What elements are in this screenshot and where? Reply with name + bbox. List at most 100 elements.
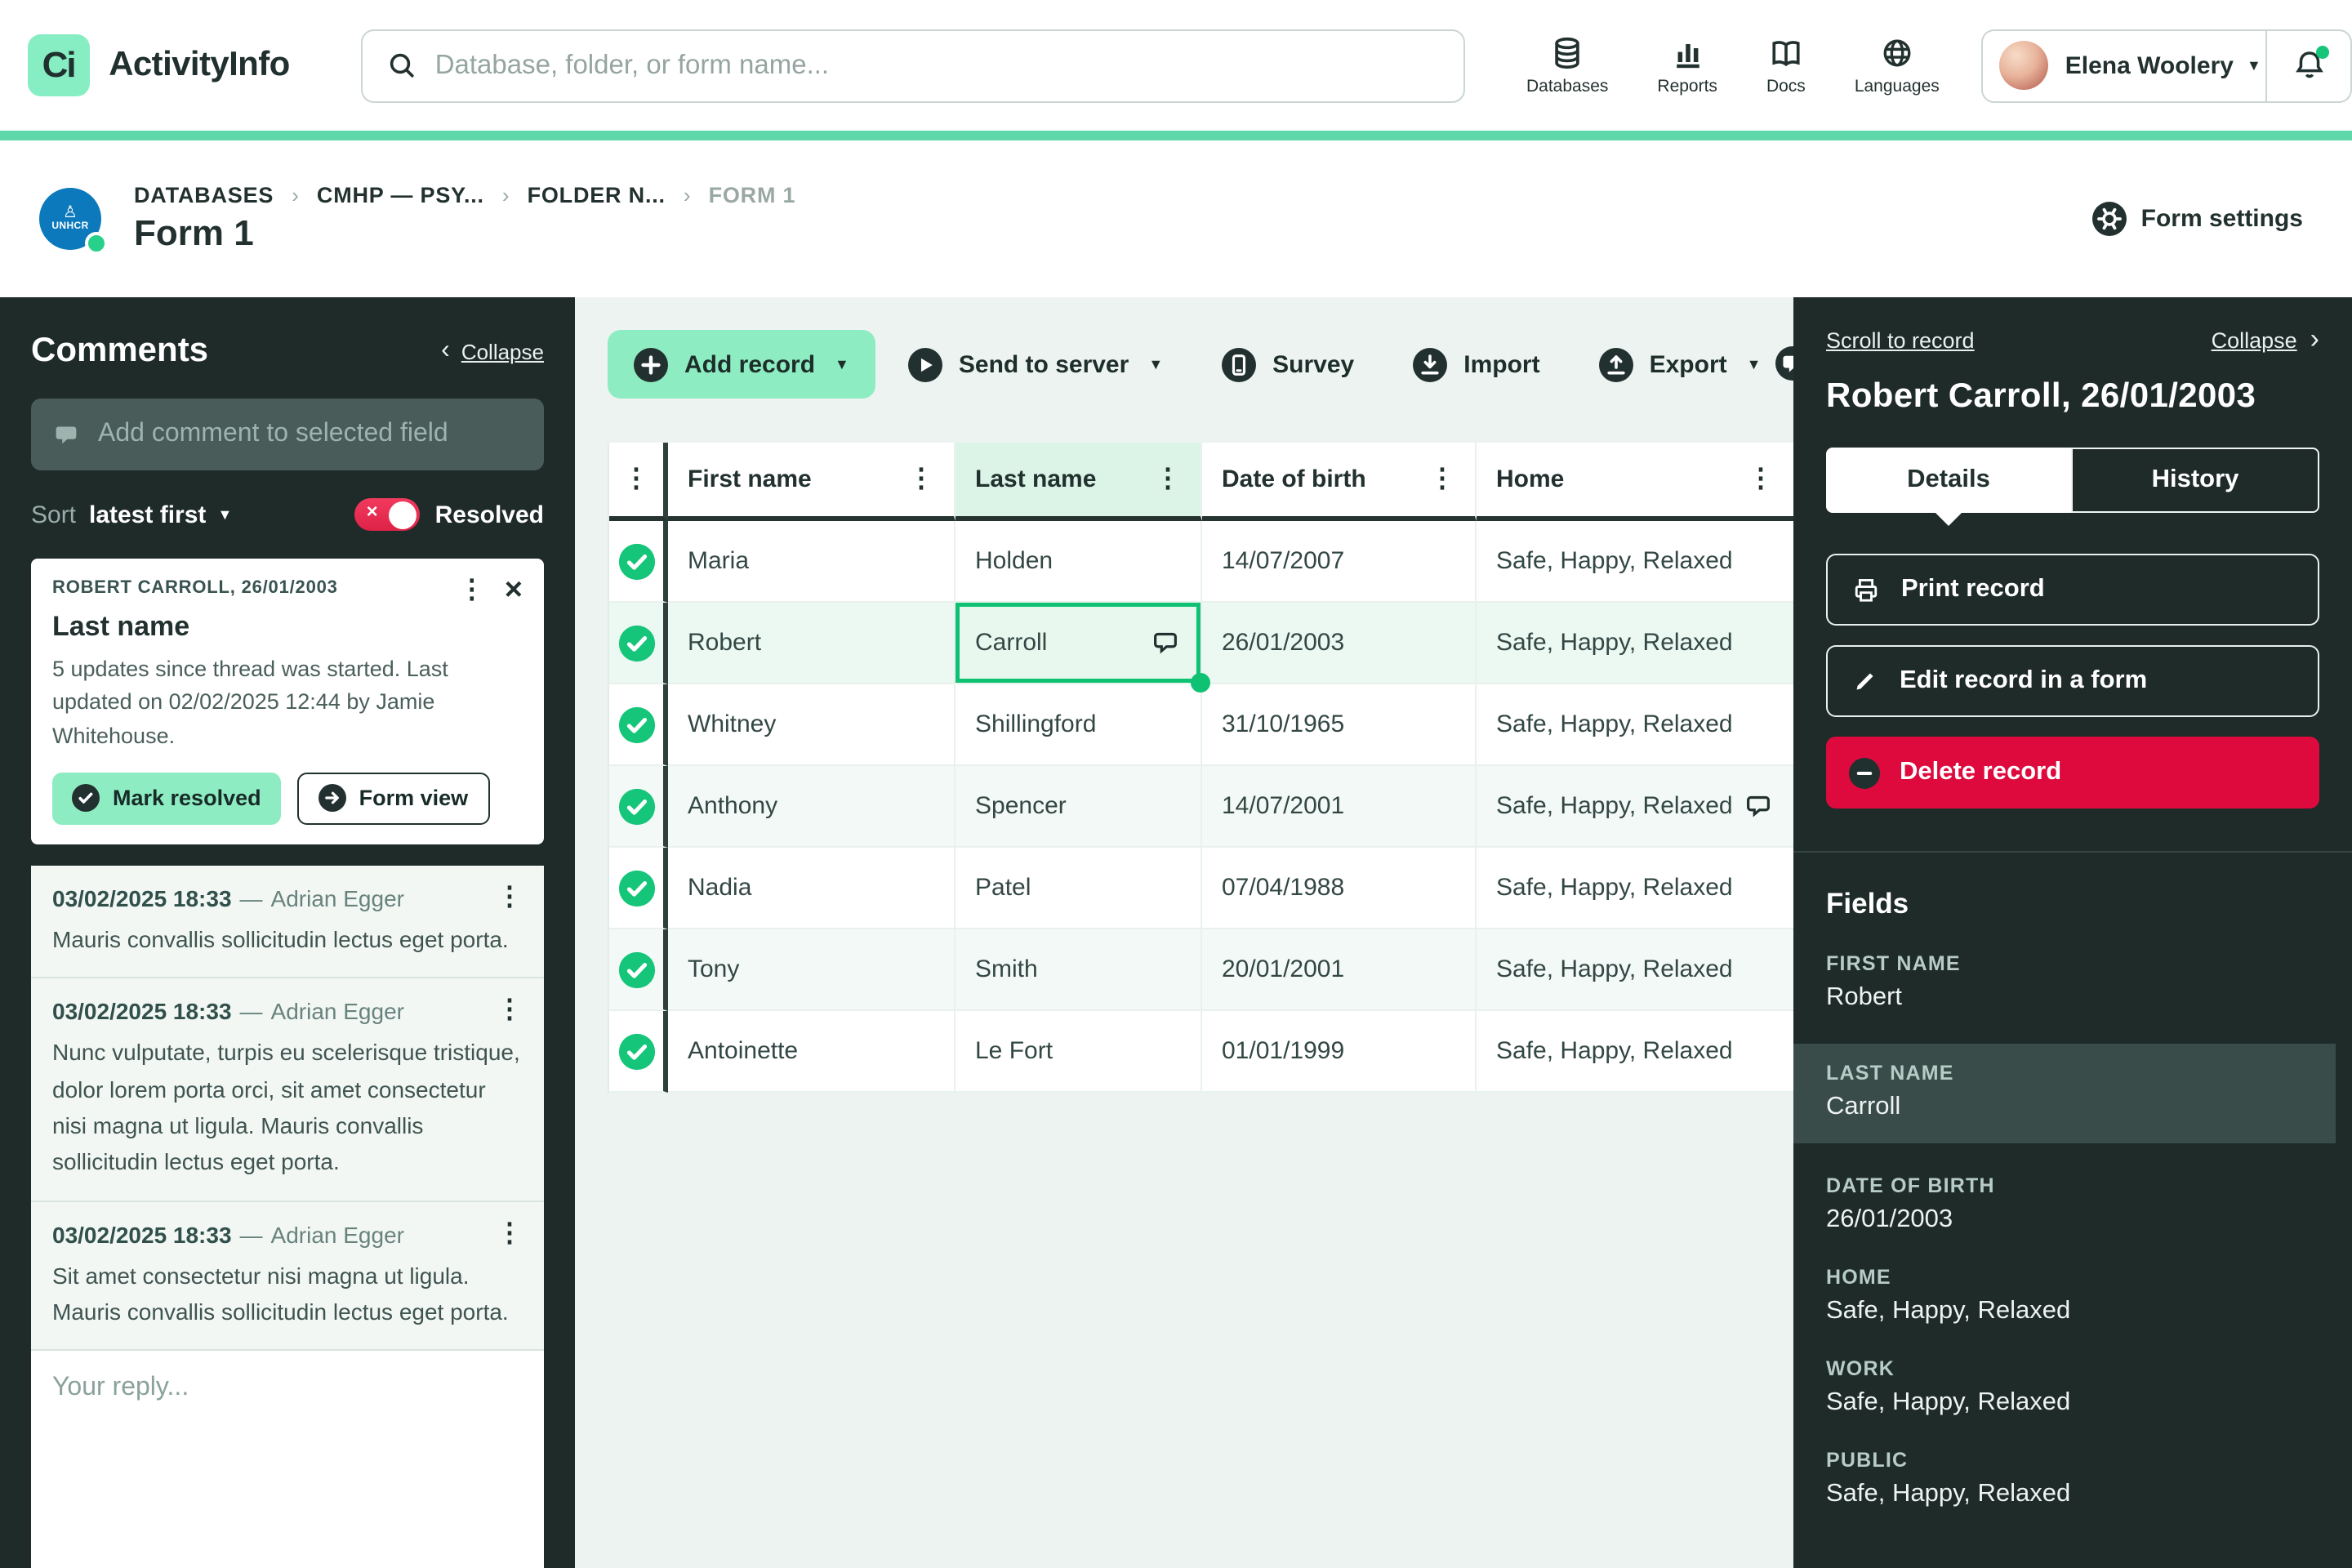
row-status-cell[interactable] <box>609 521 668 603</box>
comment-text: Sit amet consectetur nisi magna ut ligul… <box>52 1257 523 1330</box>
field-last-name-selected[interactable]: LAST NAME Carroll <box>1793 1044 2336 1143</box>
cell-first-name[interactable]: Nadia <box>668 848 956 929</box>
column-header-first-name[interactable]: First name⋮ <box>668 443 956 521</box>
row-status-cell[interactable] <box>609 603 668 684</box>
cell-last-name[interactable]: Smith <box>956 929 1202 1011</box>
cell-comment-icon[interactable] <box>1743 791 1774 822</box>
cell-last-name[interactable]: Shillingford <box>956 684 1202 766</box>
comment-text: Nunc vulputate, turpis eu scelerisque tr… <box>52 1034 523 1180</box>
edit-record-button[interactable]: Edit record in a form <box>1826 645 2319 717</box>
nav-databases[interactable]: Databases <box>1526 34 1608 96</box>
form-settings-button[interactable]: Form settings <box>2092 202 2303 236</box>
cell-first-name[interactable]: Maria <box>668 521 956 603</box>
nav-label: Docs <box>1766 77 1806 96</box>
phone-circle-icon <box>1222 347 1256 381</box>
cell-comment-icon[interactable] <box>1150 627 1181 658</box>
user-menu[interactable]: Elena Woolery ▼ <box>1982 29 2352 102</box>
breadcrumb-separator: › <box>684 183 691 207</box>
comments-toggle-button[interactable] <box>1775 346 1793 381</box>
resolved-toggle[interactable]: × <box>355 498 421 531</box>
sort-value-dropdown[interactable]: latest first <box>89 501 206 528</box>
breadcrumb-databases[interactable]: DATABASES <box>134 183 274 207</box>
nav-reports[interactable]: Reports <box>1657 34 1717 96</box>
breadcrumb-folder[interactable]: FOLDER N... <box>528 183 666 207</box>
tab-details[interactable]: Details <box>1826 448 2071 513</box>
survey-button[interactable]: Survey <box>1196 330 1380 399</box>
cell-last-name[interactable]: Holden <box>956 521 1202 603</box>
cell-date-of-birth[interactable]: 01/01/1999 <box>1202 1011 1477 1093</box>
column-menu-icon[interactable]: ⋮ <box>1155 466 1181 492</box>
global-search-input[interactable]: Database, folder, or form name... <box>362 29 1464 102</box>
export-button[interactable]: Export ▼ <box>1573 330 1788 399</box>
send-to-server-button[interactable]: Send to server ▼ <box>882 330 1189 399</box>
cell-date-of-birth[interactable]: 20/01/2001 <box>1202 929 1477 1011</box>
cell-last-name[interactable]: Le Fort <box>956 1011 1202 1093</box>
cell-date-of-birth[interactable]: 14/07/2001 <box>1202 766 1477 848</box>
brand-name: ActivityInfo <box>109 46 290 85</box>
cell-date-of-birth[interactable]: 31/10/1965 <box>1202 684 1477 766</box>
cell-date-of-birth[interactable]: 07/04/1988 <box>1202 848 1477 929</box>
check-circle-icon <box>617 950 656 989</box>
comment-author: Adrian Egger <box>271 998 404 1024</box>
nav-docs[interactable]: Docs <box>1766 34 1806 96</box>
row-status-cell[interactable] <box>609 684 668 766</box>
column-menu-icon[interactable]: ⋮ <box>1429 466 1455 492</box>
add-record-button[interactable]: Add record ▼ <box>608 330 875 399</box>
open-book-icon <box>1767 34 1805 72</box>
cell-home[interactable]: Safe, Happy, Relaxed <box>1477 521 1793 603</box>
cell-home[interactable]: Safe, Happy, Relaxed <box>1477 848 1793 929</box>
row-status-cell[interactable] <box>609 1011 668 1093</box>
activityinfo-logo-icon[interactable]: Ci <box>28 34 89 96</box>
column-menu-icon[interactable]: ⋮ <box>1748 466 1774 492</box>
cell-first-name[interactable]: Tony <box>668 929 956 1011</box>
print-record-button[interactable]: Print record <box>1826 554 2319 626</box>
cell-date-of-birth[interactable]: 26/01/2003 <box>1202 603 1477 684</box>
cell-home[interactable]: Safe, Happy, Relaxed <box>1477 929 1793 1011</box>
cell-first-name[interactable]: Anthony <box>668 766 956 848</box>
panel-collapse-button[interactable]: Collapse › <box>2212 323 2319 356</box>
nav-languages[interactable]: Languages <box>1855 34 1940 96</box>
import-circle-icon <box>1413 347 1447 381</box>
row-status-cell[interactable] <box>609 929 668 1011</box>
cell-last-name[interactable]: Spencer <box>956 766 1202 848</box>
comment-timestamp: 03/02/2025 18:33 <box>52 998 232 1024</box>
cell-home[interactable]: Safe, Happy, Relaxed <box>1477 603 1793 684</box>
cell-home[interactable]: Safe, Happy, Relaxed <box>1477 684 1793 766</box>
status-column-header[interactable]: ⋮ <box>609 443 668 521</box>
cell-home[interactable]: Safe, Happy, Relaxed <box>1477 766 1793 848</box>
close-icon[interactable]: × <box>505 579 523 604</box>
selected-cell-last-name[interactable]: Carroll <box>956 603 1202 684</box>
comment-menu-icon[interactable]: ⋮ <box>497 998 523 1024</box>
panel-divider <box>1793 851 2352 853</box>
tab-history[interactable]: History <box>2071 448 2319 513</box>
delete-record-button[interactable]: Delete record <box>1826 737 2319 808</box>
mark-resolved-button[interactable]: Mark resolved <box>52 773 281 825</box>
thread-menu-icon[interactable]: ⋮ <box>459 578 485 604</box>
notifications-button[interactable] <box>2265 30 2350 100</box>
column-menu-icon[interactable]: ⋮ <box>623 466 649 492</box>
cell-first-name[interactable]: Robert <box>668 603 956 684</box>
selection-handle[interactable] <box>1191 673 1210 693</box>
cell-last-name[interactable]: Patel <box>956 848 1202 929</box>
activityinfo-app: Ci ActivityInfo Database, folder, or for… <box>0 0 2352 1568</box>
scroll-to-record-link[interactable]: Scroll to record <box>1826 327 1975 352</box>
cell-date-of-birth[interactable]: 14/07/2007 <box>1202 521 1477 603</box>
import-button[interactable]: Import <box>1387 330 1566 399</box>
column-menu-icon[interactable]: ⋮ <box>908 466 934 492</box>
comments-collapse-button[interactable]: ‹ Collapse <box>441 336 544 366</box>
cell-first-name[interactable]: Antoinette <box>668 1011 956 1093</box>
row-status-cell[interactable] <box>609 848 668 929</box>
add-comment-input[interactable]: Add comment to selected field <box>31 399 544 470</box>
form-view-button[interactable]: Form view <box>297 773 490 825</box>
column-header-last-name[interactable]: Last name⋮ <box>956 443 1202 521</box>
comment-menu-icon[interactable]: ⋮ <box>497 1221 523 1247</box>
records-table: ⋮ First name⋮ Last name⋮ Date of birth⋮ … <box>608 443 1793 1093</box>
column-header-date-of-birth[interactable]: Date of birth⋮ <box>1202 443 1477 521</box>
reply-input[interactable]: Your reply... <box>31 1350 544 1568</box>
cell-first-name[interactable]: Whitney <box>668 684 956 766</box>
breadcrumb-database[interactable]: CMHP — PSY... <box>317 183 484 207</box>
comment-menu-icon[interactable]: ⋮ <box>497 885 523 911</box>
cell-home[interactable]: Safe, Happy, Relaxed <box>1477 1011 1793 1093</box>
row-status-cell[interactable] <box>609 766 668 848</box>
column-header-home[interactable]: Home⋮ <box>1477 443 1793 521</box>
